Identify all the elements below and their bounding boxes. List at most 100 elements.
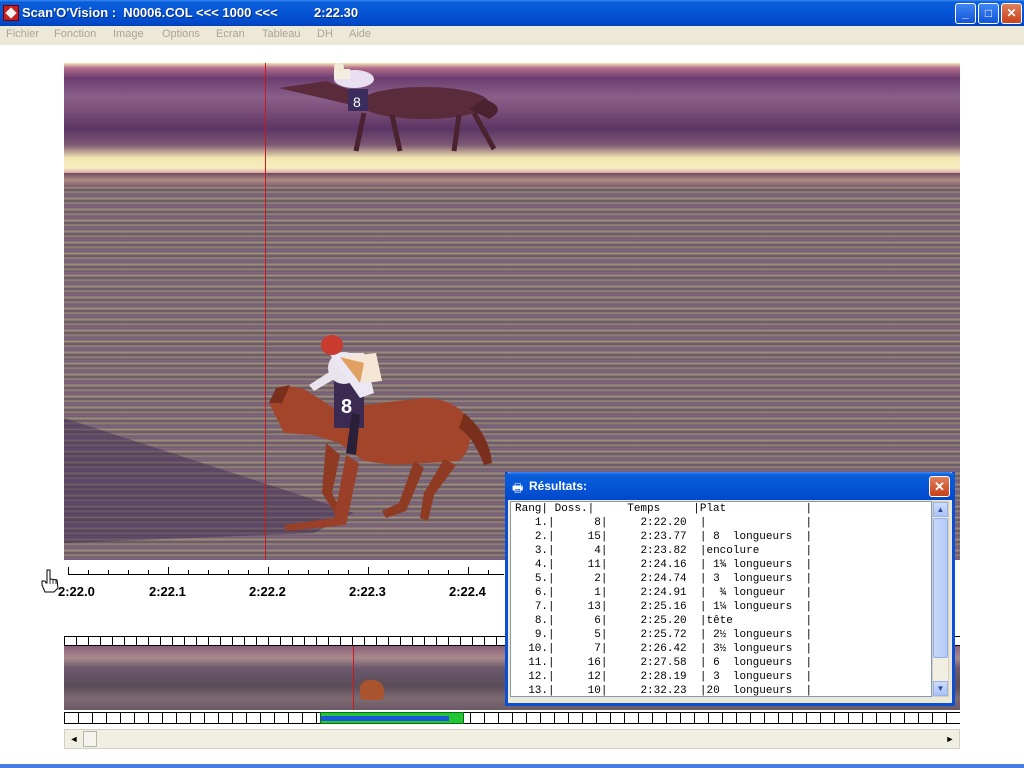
cell-rang: 9.: [534, 629, 549, 641]
ruler-tick: [488, 570, 489, 575]
results-row: 10.| 7| 2:26.42 | 3½ longueurs |: [528, 643, 813, 655]
menu-bar: Fichier Fonction Image Options Ecran Tab…: [0, 26, 1024, 45]
scroll-thumb[interactable]: [83, 731, 97, 747]
cell-rang: 3.: [534, 545, 549, 557]
menu-ecran[interactable]: Ecran: [216, 28, 245, 40]
ruler-label: 2:22.2: [249, 584, 286, 599]
title-bar: Scan'O'Vision : N0006.COL <<< 1000 <<< 2…: [0, 0, 1024, 26]
results-title: Résultats:: [529, 479, 588, 493]
results-row: 5.| 2| 2:24.74 | 3 longueurs |: [534, 573, 813, 585]
minimize-button[interactable]: _: [955, 3, 976, 24]
overview-finish-line: [353, 646, 354, 710]
scroll-down-icon[interactable]: ▼: [933, 681, 948, 696]
results-row: 9.| 5| 2:25.72 | 2½ longueurs |: [534, 629, 813, 641]
cell-plat: 20 longueurs: [706, 685, 793, 697]
horizontal-scrollbar[interactable]: ◄ ►: [64, 729, 960, 749]
results-title-bar[interactable]: 🖶 Résultats: ✕: [505, 472, 955, 500]
scroll-right-icon[interactable]: ►: [942, 731, 958, 747]
ruler-tick: [68, 567, 69, 575]
results-row: 6.| 1| 2:24.91 | ¾ longueur |: [534, 587, 813, 599]
cell-plat: 3 longueurs: [706, 573, 793, 585]
cell-rang: 12.: [528, 671, 549, 683]
cell-temps: 2:26.42: [640, 643, 687, 655]
results-row: 7.| 13| 2:25.16 | 1¼ longueurs |: [534, 601, 813, 613]
cell-doss: 5: [594, 629, 601, 641]
ruler-tick: [248, 570, 249, 575]
menu-fonction[interactable]: Fonction: [54, 28, 96, 40]
cell-plat: 6 longueurs: [706, 657, 793, 669]
menu-dh[interactable]: DH: [317, 28, 333, 40]
ruler-tick: [428, 570, 429, 575]
cell-rang: 8.: [534, 615, 549, 627]
results-dialog: 🖶 Résultats: ✕ Rang| Doss.| Temps |Plat …: [505, 472, 955, 706]
results-table[interactable]: Rang| Doss.| Temps |Plat | 1.| 8| 2:22.2…: [510, 501, 932, 697]
ruler-tick: [388, 570, 389, 575]
cell-temps: 2:27.58: [640, 657, 687, 669]
ruler-tick: [188, 570, 189, 575]
results-vertical-scrollbar[interactable]: ▲ ▼: [932, 501, 949, 697]
cell-plat: 3½ longueurs: [706, 643, 793, 655]
ruler-label: 2:22.0: [58, 584, 95, 599]
cell-plat: 8 longueurs: [706, 531, 793, 543]
cell-doss: 11: [587, 559, 601, 571]
cell-doss: 1: [594, 587, 601, 599]
results-row: 2.| 15| 2:23.77 | 8 longueurs |: [534, 531, 813, 543]
cell-plat: ¾ longueur: [706, 587, 786, 599]
cell-rang: 6.: [534, 587, 549, 599]
cell-temps: 2:25.20: [640, 615, 687, 627]
time-ruler: 2:22.0 2:22.1 2:22.2 2:22.3 2:22.4: [58, 562, 504, 602]
results-row: 13.| 10| 2:32.23 |20 longueurs |: [528, 685, 813, 697]
printer-icon: 🖶: [512, 481, 524, 495]
app-icon[interactable]: [3, 5, 19, 21]
scroll-up-icon[interactable]: ▲: [933, 502, 948, 517]
overview-selection[interactable]: [320, 712, 464, 724]
cell-plat: encolure: [706, 545, 760, 557]
ruler-tick: [268, 567, 269, 575]
cell-temps: 2:28.19: [640, 671, 687, 683]
ruler-tick: [448, 570, 449, 575]
scroll-left-icon[interactable]: ◄: [66, 731, 82, 747]
cell-plat: 2½ longueurs: [706, 629, 793, 641]
cell-rang: 1.: [534, 517, 549, 529]
ruler-tick: [108, 570, 109, 575]
results-close-button[interactable]: ✕: [929, 476, 950, 497]
window-time: 2:22.30: [314, 5, 359, 20]
results-row: 4.| 11| 2:24.16 | 1¾ longueurs |: [534, 559, 813, 571]
cell-temps: 2:24.74: [640, 573, 687, 585]
menu-options[interactable]: Options: [162, 28, 200, 40]
col-temps: Temps: [627, 503, 661, 515]
cell-doss: 16: [587, 657, 601, 669]
ruler-tick: [468, 567, 469, 575]
menu-fichier[interactable]: Fichier: [6, 28, 39, 40]
ruler-label: 2:22.4: [449, 584, 486, 599]
ruler-label: 2:22.1: [149, 584, 186, 599]
ruler-tick: [148, 570, 149, 575]
cell-rang: 10.: [528, 643, 549, 655]
results-header-row: Rang| Doss.| Temps |Plat |: [515, 503, 813, 515]
overview-selection-fill: [321, 716, 449, 721]
menu-image[interactable]: Image: [113, 28, 144, 40]
ruler-label: 2:22.3: [349, 584, 386, 599]
cell-rang: 7.: [534, 601, 549, 613]
ruler-tick: [348, 570, 349, 575]
cell-temps: 2:23.82: [640, 545, 687, 557]
cell-temps: 2:32.23: [640, 685, 687, 697]
pointing-hand-icon[interactable]: [40, 569, 60, 593]
cell-temps: 2:25.72: [640, 629, 687, 641]
menu-aide[interactable]: Aide: [349, 28, 371, 40]
svg-text:8: 8: [341, 396, 352, 418]
cell-plat: 1¼ longueurs: [706, 601, 793, 613]
maximize-button[interactable]: □: [978, 3, 999, 24]
cell-doss: 4: [594, 545, 601, 557]
cell-plat: 3 longueurs: [706, 671, 793, 683]
ruler-tick: [408, 570, 409, 575]
cell-plat: 1¾ longueurs: [706, 559, 793, 571]
close-button[interactable]: ✕: [1001, 3, 1022, 24]
ruler-tick: [368, 567, 369, 575]
ruler-tick: [328, 570, 329, 575]
results-scroll-thumb[interactable]: [933, 518, 948, 658]
cell-temps: 2:24.91: [640, 587, 687, 599]
menu-tableau[interactable]: Tableau: [262, 28, 301, 40]
cell-doss: 12: [587, 671, 601, 683]
cell-doss: 15: [587, 531, 601, 543]
